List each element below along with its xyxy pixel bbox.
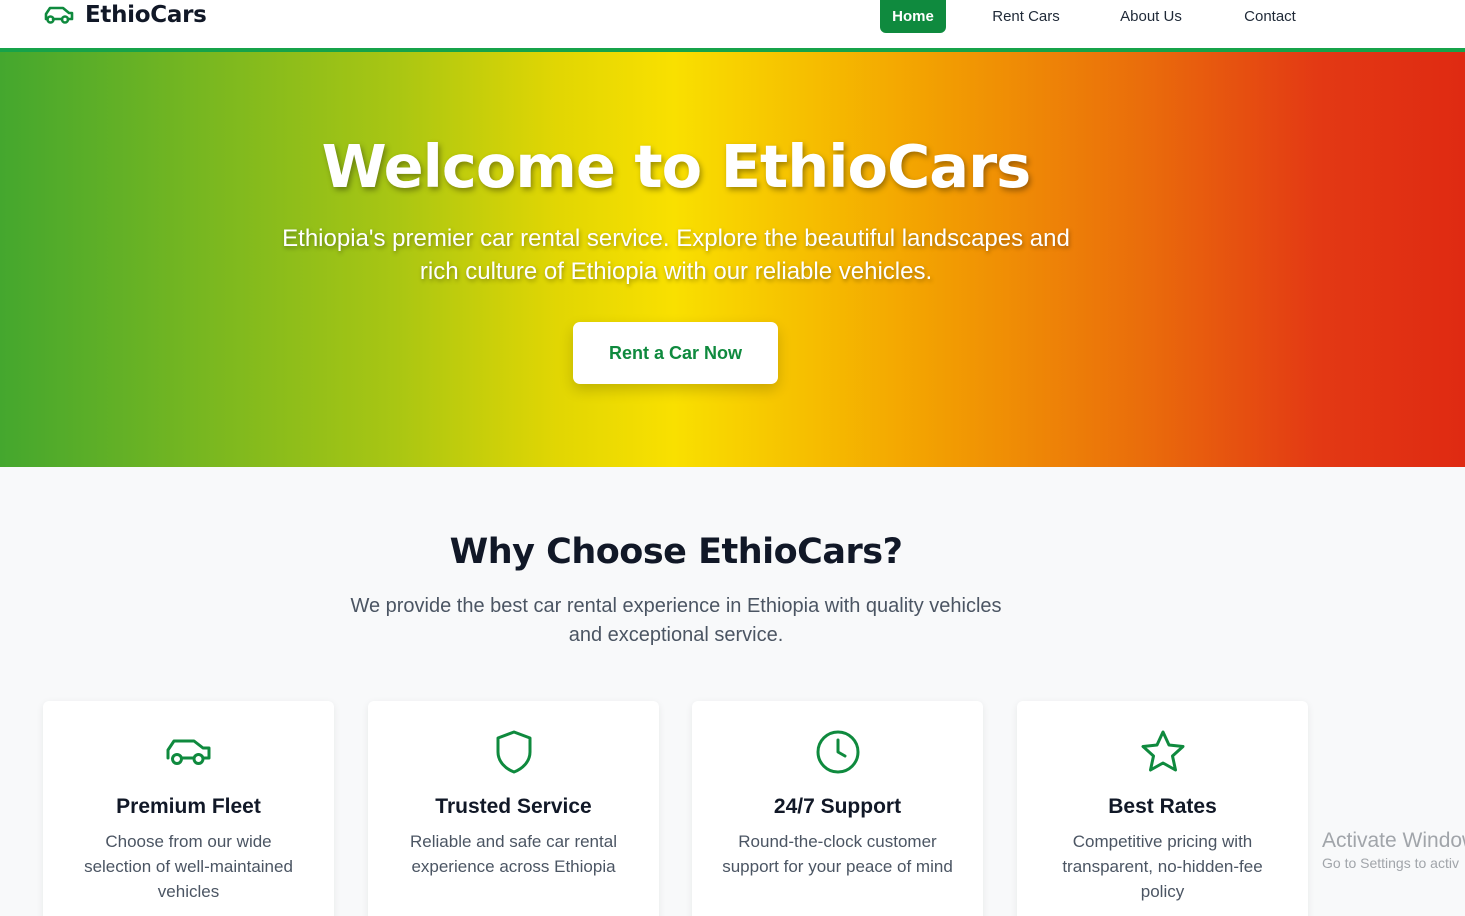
why-section-title: Why Choose EthioCars? — [449, 532, 903, 572]
why-section-subtitle: We provide the best car rental experienc… — [350, 595, 1002, 646]
nav-contact[interactable]: Contact — [1242, 0, 1298, 33]
main-nav: Home Rent Cars About Us Contact — [880, 0, 1298, 33]
nav-home[interactable]: Home — [880, 0, 946, 33]
hero-subtitle: Ethiopia's premier car rental service. E… — [282, 225, 1070, 285]
hero-title: Welcome to EthioCars — [321, 132, 1032, 201]
feature-title: 24/7 Support — [773, 795, 902, 818]
clock-icon — [816, 730, 859, 774]
feature-description: Choose from our wide selection of well-m… — [84, 832, 293, 901]
watermark-subtitle: Go to Settings to activ — [1322, 855, 1459, 871]
nav-about-us[interactable]: About Us — [1118, 0, 1184, 33]
feature-description: Competitive pricing with transparent, no… — [1062, 832, 1263, 901]
feature-title: Premium Fleet — [116, 795, 261, 818]
brand-logo[interactable]: EthioCars — [43, 0, 207, 30]
watermark-title: Activate Window — [1322, 829, 1465, 852]
hero-banner: Welcome to EthioCars Ethiopia's premier … — [0, 52, 1465, 467]
navbar: EthioCars Home Rent Cars About Us Contac… — [0, 0, 1465, 52]
star-icon — [1141, 730, 1184, 772]
feature-title: Trusted Service — [435, 795, 592, 818]
feature-card-premium-fleet: Premium Fleet Choose from our wide selec… — [43, 701, 334, 916]
car-icon — [166, 739, 210, 765]
shield-icon — [496, 730, 531, 774]
rent-car-now-button[interactable]: Rent a Car Now — [573, 322, 778, 384]
nav-rent-cars[interactable]: Rent Cars — [992, 0, 1060, 33]
brand-name: EthioCars — [85, 2, 207, 28]
feature-title: Best Rates — [1108, 795, 1217, 818]
car-icon — [44, 6, 74, 24]
feature-card-trusted-service: Trusted Service Reliable and safe car re… — [368, 701, 659, 916]
feature-description: Reliable and safe car rental experience … — [410, 832, 617, 876]
feature-card-best-rates: Best Rates Competitive pricing with tran… — [1017, 701, 1308, 916]
activate-windows-watermark: Activate Window Go to Settings to activ — [1322, 829, 1465, 873]
feature-card-support: 24/7 Support Round-the-clock customer su… — [692, 701, 983, 916]
feature-description: Round-the-clock customer support for you… — [722, 832, 953, 876]
